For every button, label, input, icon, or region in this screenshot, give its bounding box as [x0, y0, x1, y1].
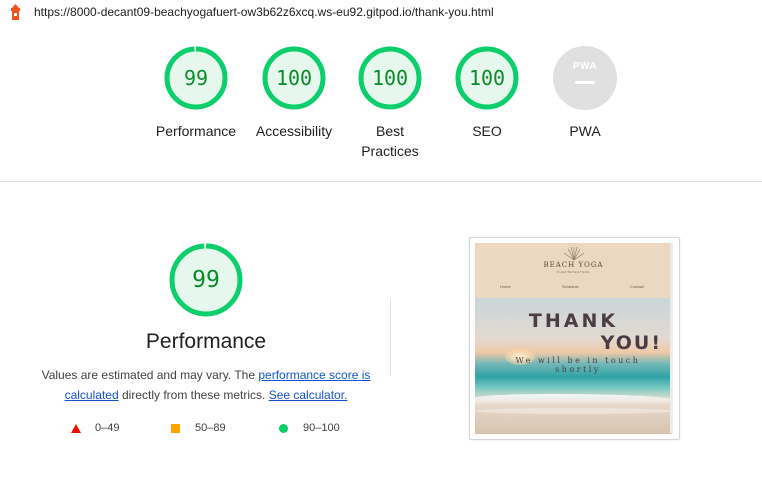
legend-label: 50–89 — [195, 422, 226, 434]
final-screenshot-thumbnail[interactable]: BEACH YOGA FUERTEVENTURA Home Schedule C… — [469, 237, 680, 440]
desc-text: directly from these metrics. — [118, 388, 269, 402]
gauge-accessibility[interactable]: 100 Accessibility — [244, 46, 344, 141]
pwa-mark: PWA — [572, 61, 598, 72]
legend-fail: 0–49 — [71, 422, 119, 434]
wave-foam — [475, 394, 672, 404]
gauge-seo[interactable]: 100 SEO — [437, 46, 537, 141]
site-brand: BEACH YOGA — [543, 261, 604, 269]
legend-label: 0–49 — [95, 422, 120, 434]
gauge-label: Best Practices — [361, 123, 419, 159]
gauge-best-practices[interactable]: 100 Best Practices — [340, 46, 440, 161]
thumbnail-scrollbar — [670, 243, 673, 433]
palm-logo-icon — [563, 246, 585, 260]
you-text: YOU! — [600, 332, 662, 354]
site-header: BEACH YOGA FUERTEVENTURA Home Schedule C… — [475, 243, 672, 298]
legend-label: 90–100 — [303, 422, 340, 434]
performance-score: 99 — [192, 267, 220, 293]
gauge-score: 100 — [371, 66, 409, 90]
performance-title: Performance — [145, 330, 267, 353]
calculator-link[interactable]: See calculator. — [269, 388, 348, 402]
performance-description: Values are estimated and may vary. The p… — [36, 365, 376, 405]
gauge-performance[interactable]: 99 Performance — [146, 46, 246, 141]
gauge-pwa[interactable]: PWA PWA — [535, 46, 635, 141]
vertical-divider — [390, 300, 391, 376]
desc-text: Values are estimated and may vary. The — [41, 368, 259, 382]
section-divider — [0, 181, 762, 182]
site-nav-item: Schedule — [562, 284, 579, 289]
gauge-label: Performance — [155, 123, 237, 139]
address-bar[interactable]: https://8000-decant09-beachyogafuert-ow3… — [0, 0, 762, 26]
site-subtitle: FUERTEVENTURA — [557, 270, 590, 274]
touch-text: We will be in touch shortly — [515, 356, 641, 374]
url-text[interactable]: https://8000-decant09-beachyogafuert-ow3… — [34, 5, 494, 19]
legend-average: 50–89 — [171, 422, 226, 434]
wave-foam — [475, 408, 672, 414]
category-gauges: 99 Performance 100 Accessibility 100 Bes… — [0, 46, 762, 166]
gauge-score: 100 — [275, 66, 313, 90]
legend-pass: 90–100 — [279, 422, 340, 434]
screenshot-image: BEACH YOGA FUERTEVENTURA Home Schedule C… — [475, 243, 672, 434]
gauge-score: 100 — [468, 66, 506, 90]
site-nav-item: Contact — [630, 284, 644, 289]
gauge-label: Accessibility — [255, 123, 333, 139]
site-nav-item: Home — [500, 284, 511, 289]
square-icon — [171, 423, 180, 433]
thank-text: THANK — [528, 310, 619, 332]
triangle-icon — [71, 423, 81, 433]
gauge-score: 99 — [183, 66, 209, 90]
beach-hero-image: THANK YOU! We will be in touch shortly — [475, 298, 672, 434]
lighthouse-icon — [11, 4, 20, 20]
gauge-label: SEO — [472, 123, 502, 139]
gauge-label: PWA — [569, 123, 601, 139]
circle-icon — [279, 423, 288, 433]
